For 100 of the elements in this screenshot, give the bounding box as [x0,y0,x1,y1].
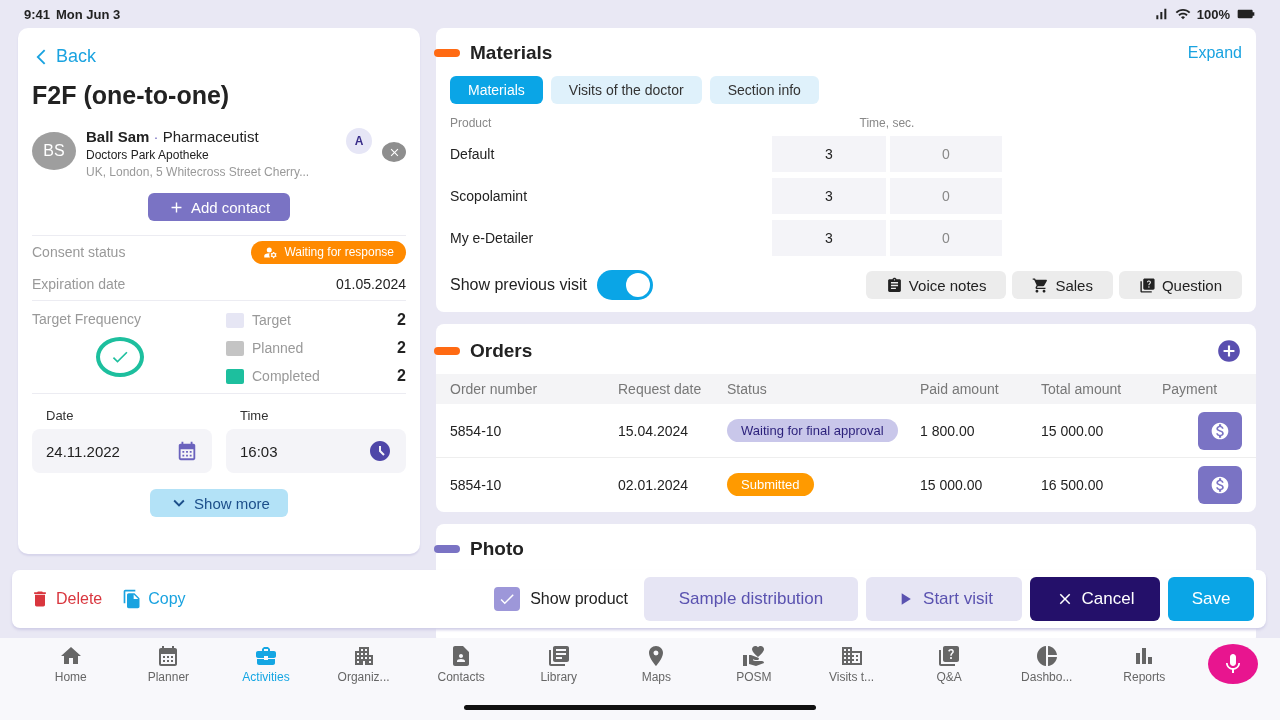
section-marker [434,49,460,57]
nav-item[interactable]: Visits t... [802,644,901,684]
question-file-icon [1138,276,1156,294]
legend-label: Target [252,312,291,328]
product-name: Default [450,146,496,162]
paid-amount: 1 800.00 [920,404,1041,458]
nav-item[interactable]: Maps [607,644,706,684]
copy-icon [122,589,143,609]
nav-item[interactable]: Library [509,644,608,684]
quiz-icon [937,644,962,668]
sample-button[interactable]: Sample distribution [644,577,858,621]
consent-label: Consent status [32,244,126,260]
time-field[interactable]: 16:03 [226,429,406,473]
dollar-coin-icon [1210,420,1230,441]
column-header: Time, sec. [858,116,916,130]
action-button[interactable]: Question [1118,271,1242,299]
dollar-coin-icon [1210,474,1230,495]
tab[interactable]: Visits of the doctor [550,76,702,104]
column-header: Total amount [1041,374,1162,404]
column-header: Payment [1162,374,1256,404]
pie-chart-icon [1034,644,1059,668]
cart-icon [1032,276,1050,294]
status-time: 9:41 [24,6,51,22]
expand-link[interactable]: Expand [1187,44,1242,62]
microphone-button[interactable] [1208,644,1258,684]
buildings-icon [839,644,864,668]
section-title: Photo [470,538,524,560]
calendar-icon [176,440,198,462]
time-cell: 0 [890,220,1002,256]
contact-organization: Doctors Park Apotheke [86,148,210,162]
time-cell: 3 [772,178,886,214]
hand-icon [741,644,766,668]
add-icon[interactable] [1216,338,1242,364]
checkbox-label: Show product [530,590,628,608]
contact-address: UK, London, 5 Whitecross Street Cherry... [86,165,311,179]
visit-title: F2F (one-to-one) [32,81,231,110]
column-header: Paid amount [920,374,1041,404]
action-button[interactable]: Voice notes [865,271,1007,299]
remove-button[interactable] [382,142,406,162]
order-number: 5854-10 [449,475,503,495]
legend-value: 2 [397,367,406,385]
request-date: 02.01.2024 [618,475,690,495]
date-field[interactable]: 24.11.2022 [32,429,212,473]
section-marker [434,545,460,553]
toggle-label: Show previous visit [450,276,587,294]
status-date: Mon Jun 3 [56,6,121,22]
legend-label: Planned [252,340,304,356]
show-more-button[interactable]: Show more [150,489,288,517]
frequency-label: Target Frequency [32,311,141,327]
column-header: Status [727,374,920,404]
previous-visit-switch[interactable] [596,270,653,300]
nav-item[interactable]: Contacts [412,644,510,684]
copy-button[interactable]: Copy [116,588,192,610]
briefcase-icon [254,644,278,668]
time-cell: 0 [890,136,1002,172]
clock-icon [368,439,392,463]
section-marker [434,347,460,355]
wifi-icon [1174,6,1191,22]
column-header: Request date [618,374,727,404]
order-number: 5854-10 [436,404,618,458]
payment-button[interactable] [1198,465,1242,504]
nav-item[interactable]: Reports [1095,644,1194,684]
add-contact-button[interactable]: Add contact [147,193,291,221]
legend-value: 2 [397,339,406,357]
legend-label: Completed [252,368,320,384]
status-badge: Submitted [727,473,814,496]
nav-item[interactable]: Dashbo... [997,644,1096,684]
time-cell: 0 [890,178,1002,214]
section-title: Orders [470,340,533,362]
avatar: BS [32,132,76,170]
start-visit-button[interactable]: Start visit [866,577,1022,621]
nav-item[interactable]: POSM [705,644,803,684]
time-label: Time [239,408,270,423]
clipboard-icon [885,276,903,294]
product-name: My e-Detailer [450,230,535,246]
status-badge: Waiting for final approval [727,419,898,442]
delete-button[interactable]: Delete [24,588,109,610]
total-amount: 15 000.00 [1041,404,1162,458]
show-product-checkbox[interactable] [494,587,521,611]
product-name: Scopolamint [450,188,529,204]
tab[interactable]: Section info [709,76,819,104]
nav-item[interactable]: Organiz... [314,644,413,684]
consent-status: Waiting for response [251,240,406,264]
legend-value: 2 [397,311,406,329]
time-cell: 3 [772,136,886,172]
nav-item[interactable]: Planner [119,644,218,684]
nav-item[interactable]: Q&A [900,644,998,684]
book-icon [546,644,571,668]
nav-item[interactable]: Home [22,644,120,684]
date-label: Date [45,408,75,423]
cancel-button[interactable]: Cancel [1030,577,1160,621]
category-badge: A [346,128,372,154]
column-header: Order number [436,374,618,404]
total-amount: 16 500.00 [1041,475,1105,495]
payment-button[interactable] [1198,411,1242,450]
paid-amount: 15 000.00 [920,475,984,495]
action-button[interactable]: Sales [1012,271,1113,299]
time-cell: 3 [772,220,886,256]
column-header: Product [450,116,493,130]
section-title: Materials [470,42,553,64]
